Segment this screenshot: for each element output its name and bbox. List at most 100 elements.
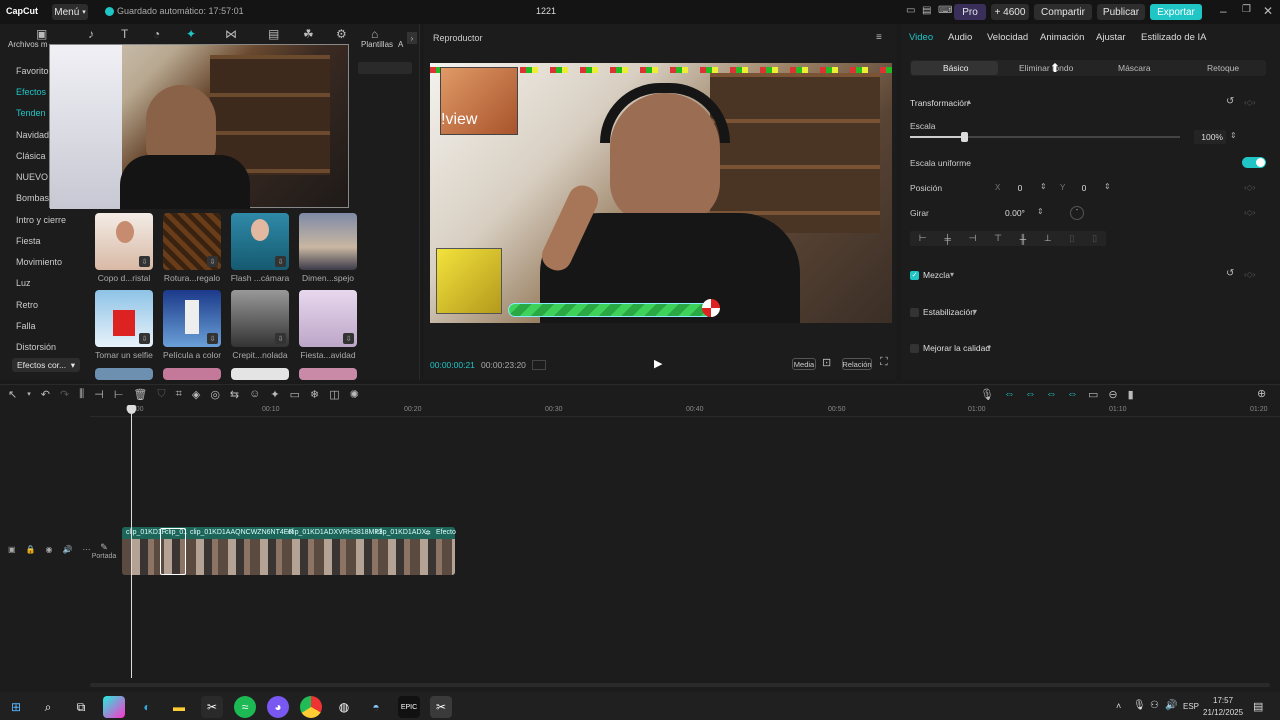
category-item[interactable]: Fiesta	[16, 236, 41, 246]
keyframe-icon[interactable]: ‹◇›	[1244, 270, 1255, 279]
property-tab[interactable]: Ajustar	[1096, 32, 1126, 43]
copilot-icon[interactable]	[103, 696, 125, 718]
close-icon[interactable]: ✕	[1263, 4, 1273, 18]
stepper-icon[interactable]: ⇕	[1037, 207, 1044, 216]
notification-icon[interactable]: ▤	[1253, 700, 1263, 713]
stabilize-checkbox[interactable]	[910, 308, 919, 317]
obs-icon[interactable]: ◍	[333, 696, 355, 718]
clock-date[interactable]: 21/12/2025	[1203, 708, 1243, 717]
effect-thumb[interactable]	[299, 368, 357, 380]
effect-thumb[interactable]	[95, 368, 153, 380]
keyframe-icon[interactable]: ‹◇›	[1244, 208, 1255, 217]
stepper-icon[interactable]: ⇕	[1040, 182, 1047, 191]
property-tab[interactable]: Estilizado de IA	[1141, 32, 1206, 43]
align-right-icon[interactable]: ⊣	[969, 233, 977, 244]
hamburger-icon[interactable]: ≡	[876, 32, 882, 43]
audio-icon[interactable]: ♪	[88, 27, 94, 41]
capcut-taskbar-icon[interactable]: ✂	[201, 696, 223, 718]
split-right-icon[interactable]: ⊢	[114, 388, 124, 401]
panel-icon[interactable]: ▤	[922, 5, 931, 16]
chevron-down-icon[interactable]: ▾	[987, 343, 991, 352]
category-item[interactable]: Movimiento	[16, 257, 62, 267]
chevron-up-icon[interactable]: ▴	[967, 97, 971, 106]
ratio-button[interactable]: Relación	[842, 358, 872, 370]
download-icon[interactable]: ⇩	[343, 333, 354, 344]
align-top-icon[interactable]: ⊤	[994, 233, 1002, 244]
blend-section[interactable]: Mezcla	[923, 270, 950, 280]
download-icon[interactable]: ⇩	[275, 256, 286, 267]
zoom-in-icon[interactable]: ⊕	[1257, 387, 1266, 400]
windows-start-icon[interactable]: ⊞	[5, 696, 27, 718]
scale-slider-handle[interactable]	[961, 132, 968, 142]
thumbnail-icon[interactable]	[532, 360, 546, 370]
person-icon[interactable]: ☺	[249, 388, 260, 400]
enhance-section[interactable]: Mejorar la calidad	[923, 343, 990, 353]
split-icon[interactable]: ⫼	[79, 388, 84, 401]
export-button[interactable]: Exportar	[1150, 4, 1202, 20]
category-item[interactable]: Luz	[16, 278, 31, 288]
property-tab[interactable]: Velocidad	[987, 32, 1028, 43]
distribute-v-icon[interactable]: ▯	[1092, 233, 1097, 244]
download-icon[interactable]: ⇩	[207, 256, 218, 267]
rotate-input[interactable]: 0.00°	[995, 206, 1035, 219]
discord-icon[interactable]: ◕	[267, 696, 289, 718]
effect-thumb[interactable]: ⇩	[231, 213, 289, 270]
lock-icon[interactable]: 🔒	[26, 545, 36, 554]
steam-icon[interactable]: ◓	[365, 696, 387, 718]
effects-category-dropdown[interactable]: Efectos cor... ▾	[12, 358, 80, 372]
microphone-tray-icon[interactable]: 🎙	[1133, 700, 1146, 711]
distribute-h-icon[interactable]: ▯	[1069, 233, 1074, 244]
category-item[interactable]: Falla	[16, 321, 36, 331]
effect-thumb[interactable]: ⇩	[299, 290, 357, 347]
zoom-slider-icon[interactable]: ▮	[1128, 388, 1134, 401]
playhead-handle[interactable]	[127, 405, 136, 414]
shortcut-icon[interactable]: ⌨	[938, 5, 952, 16]
language-indicator[interactable]: ESP	[1183, 702, 1199, 711]
category-item[interactable]: Tenden	[16, 108, 46, 118]
property-subtab[interactable]: Retoque	[1207, 63, 1239, 73]
tab-plantillas[interactable]: Plantillas	[361, 40, 393, 49]
category-item[interactable]: Intro y cierre	[16, 215, 66, 225]
effect-thumb[interactable]: ⇩	[163, 290, 221, 347]
select-tool-icon[interactable]: ↖	[8, 388, 17, 401]
magic-icon[interactable]: ✦	[270, 388, 279, 401]
media-button[interactable]: Media	[792, 358, 816, 370]
split-left-icon[interactable]: ⊣	[94, 388, 104, 401]
stepper-icon[interactable]: ⇕	[1230, 131, 1237, 140]
search-icon[interactable]: ⌕	[37, 696, 59, 718]
volume-tray-icon[interactable]: 🔊	[1165, 700, 1177, 711]
blend-checkbox[interactable]: ✓	[910, 271, 919, 280]
tab-archivos[interactable]: Archivos m	[8, 40, 48, 49]
category-item[interactable]: Navidad	[16, 130, 49, 140]
uniform-scale-toggle[interactable]	[1242, 157, 1266, 168]
menu-button[interactable]: Menú ▾	[52, 4, 88, 20]
redo-icon[interactable]: ↷	[60, 388, 69, 401]
chevron-up-icon[interactable]: ˄	[1116, 701, 1121, 711]
align-bottom-icon[interactable]: ⊥	[1044, 233, 1052, 244]
category-item[interactable]: Clásica	[16, 151, 46, 161]
edge-icon[interactable]: ◐	[136, 696, 158, 718]
sticker-icon[interactable]: ◔	[153, 27, 160, 41]
align-center-v-icon[interactable]: ╫	[1020, 234, 1026, 244]
position-x-input[interactable]: 0	[1004, 181, 1036, 194]
property-subtab[interactable]: Máscara	[1118, 63, 1151, 73]
publish-button[interactable]: Publicar	[1097, 4, 1145, 20]
layout-icon[interactable]: ▭	[906, 5, 915, 16]
task-view-icon[interactable]: ⧉	[70, 696, 92, 718]
credits-button[interactable]: + 4600	[991, 4, 1029, 20]
volume-icon[interactable]: 🔊	[63, 545, 73, 554]
playhead[interactable]	[131, 405, 132, 678]
effects-icon[interactable]: ✦	[186, 27, 196, 41]
filters-icon[interactable]: ☘	[303, 27, 314, 41]
import-icon[interactable]: ▣	[36, 27, 47, 41]
captions-icon[interactable]: ▤	[268, 27, 279, 41]
effect-thumb[interactable]: ⇩	[163, 213, 221, 270]
keyframe-icon[interactable]: ‹◇›	[1244, 98, 1255, 107]
effect-thumb[interactable]: ⇩	[95, 213, 153, 270]
minimize-icon[interactable]: –	[1220, 4, 1227, 18]
caption-icon[interactable]: ▭	[290, 388, 300, 401]
enhance-checkbox[interactable]	[910, 344, 919, 353]
property-tab[interactable]: Audio	[948, 32, 972, 43]
pro-button[interactable]: Pro	[954, 4, 986, 20]
download-icon[interactable]: ⇩	[139, 333, 150, 344]
